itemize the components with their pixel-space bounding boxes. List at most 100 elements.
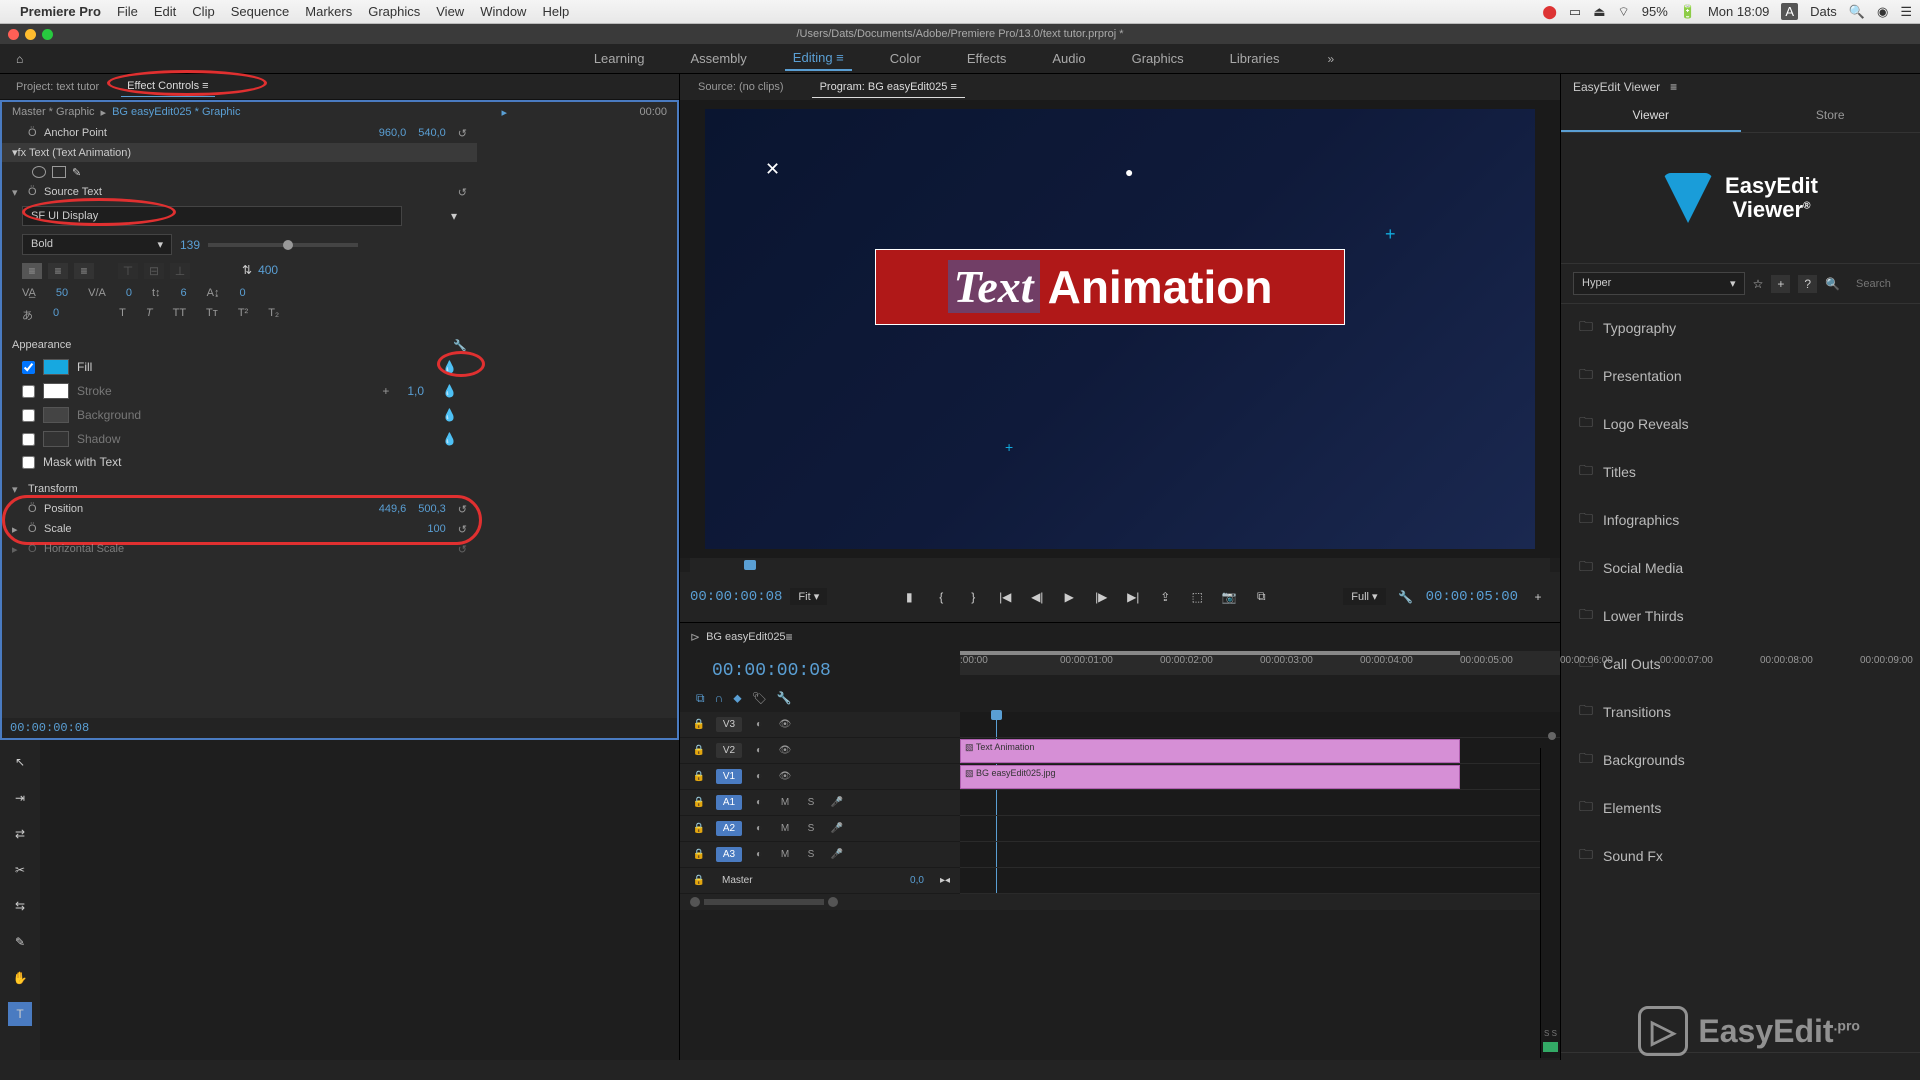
home-icon[interactable]: ⌂ <box>16 52 23 66</box>
type-tool-icon[interactable]: T <box>8 1002 32 1026</box>
menu-window[interactable]: Window <box>480 4 526 19</box>
siri-icon[interactable]: ◉ <box>1877 4 1888 20</box>
program-tab[interactable]: Program: BG easyEdit025 ≡ <box>812 77 965 98</box>
add-stroke-icon[interactable]: + <box>382 384 389 398</box>
menu-clip[interactable]: Clip <box>192 4 214 19</box>
lock-icon[interactable]: 🔒 <box>690 849 708 860</box>
master-label[interactable]: Master <box>722 875 753 886</box>
align-vcenter-icon[interactable]: ⊟ <box>144 263 164 279</box>
tl-settings-icon[interactable]: 🏷 <box>752 691 767 706</box>
baseline-value[interactable]: 0 <box>240 287 246 299</box>
ws-libraries[interactable]: Libraries <box>1222 47 1288 70</box>
ripple-tool-icon[interactable]: ⇄ <box>8 822 32 846</box>
search-input[interactable] <box>1848 274 1908 294</box>
align-top-icon[interactable]: ⊤ <box>118 263 138 279</box>
lock-icon[interactable]: 🔒 <box>690 745 708 756</box>
source-text-reset-icon[interactable]: ↺ <box>458 186 467 199</box>
mark-in2-icon[interactable]: { <box>929 585 953 609</box>
record-icon[interactable]: ⬤ <box>1542 4 1557 20</box>
step-back-icon[interactable]: ◀| <box>1025 585 1049 609</box>
leading-value[interactable]: 400 <box>258 263 278 279</box>
track-v3[interactable]: V3 <box>716 717 742 732</box>
mic-icon[interactable]: 🎤 <box>828 849 846 860</box>
position-y[interactable]: 500,3 <box>418 503 446 515</box>
mic-icon[interactable]: 🎤 <box>828 797 846 808</box>
align-left-icon[interactable]: ≡ <box>22 263 42 279</box>
font-size[interactable]: 139 <box>180 238 200 252</box>
track-a1[interactable]: A1 <box>716 795 742 810</box>
hand-tool-icon[interactable]: ✋ <box>8 966 32 990</box>
menu-view[interactable]: View <box>436 4 464 19</box>
align-bottom-icon[interactable]: ⊥ <box>170 263 190 279</box>
track-a3[interactable]: A3 <box>716 847 742 862</box>
go-out-icon[interactable]: ▶| <box>1121 585 1145 609</box>
scale-reset-icon[interactable]: ↺ <box>458 523 467 536</box>
smallcaps-icon[interactable]: Tᴛ <box>206 307 218 323</box>
anchor-reset-icon[interactable]: ↺ <box>458 127 467 140</box>
background-checkbox[interactable] <box>22 409 35 422</box>
notification-icon[interactable]: ☰ <box>1900 4 1912 20</box>
ws-editing[interactable]: Editing ≡ <box>785 46 852 71</box>
ws-learning[interactable]: Learning <box>586 47 653 70</box>
shadow-color[interactable] <box>43 431 69 447</box>
cat-lower-thirds[interactable]: 🗀Lower Thirds <box>1561 592 1920 640</box>
tl-wrench-icon[interactable]: 🔧 <box>777 691 792 706</box>
scroll-handle[interactable] <box>1548 732 1556 740</box>
fit-dropdown[interactable]: Fit ▾ <box>790 588 827 605</box>
lock-icon[interactable]: 🔒 <box>690 875 708 886</box>
appearance-wrench-icon[interactable]: 🔧 <box>453 339 467 352</box>
battery-icon[interactable]: 🔋 <box>1680 4 1696 20</box>
track-a2[interactable]: A2 <box>716 821 742 836</box>
allcaps-icon[interactable]: TT <box>173 307 186 323</box>
airplay-icon[interactable]: ⏏ <box>1593 4 1605 20</box>
tracking-value[interactable]: 50 <box>56 287 68 299</box>
cat-presentation[interactable]: 🗀Presentation <box>1561 352 1920 400</box>
menu-sequence[interactable]: Sequence <box>231 4 290 19</box>
scale-value[interactable]: 100 <box>427 523 445 535</box>
faux-italic-icon[interactable]: T <box>146 307 153 323</box>
cat-backgrounds[interactable]: 🗀Backgrounds <box>1561 736 1920 784</box>
export-frame-icon[interactable]: 📷 <box>1217 585 1241 609</box>
search-icon[interactable]: 🔍 <box>1825 277 1840 291</box>
program-tc-left[interactable]: 00:00:00:08 <box>690 589 782 605</box>
user-badge[interactable]: A <box>1781 3 1798 20</box>
minimize-window[interactable] <box>25 29 36 40</box>
comparison-icon[interactable]: ⧉ <box>1249 585 1273 609</box>
position-reset-icon[interactable]: ↺ <box>458 503 467 516</box>
spotlight-icon[interactable]: 🔍 <box>1849 4 1865 20</box>
ws-overflow-icon[interactable]: » <box>1327 52 1334 66</box>
fill-eyedropper-icon[interactable]: 💧 <box>442 360 457 374</box>
mark-out-icon[interactable]: } <box>961 585 985 609</box>
master-value[interactable]: 0,0 <box>910 875 924 886</box>
mask-ellipse-icon[interactable] <box>32 166 46 178</box>
play-icon[interactable]: ▶ <box>1057 585 1081 609</box>
lift-icon[interactable]: ⇪ <box>1153 585 1177 609</box>
mask-rect-icon[interactable] <box>52 166 66 178</box>
mark-in-icon[interactable]: ▮ <box>897 585 921 609</box>
size-slider[interactable] <box>283 240 293 250</box>
lock-icon[interactable]: 🔒 <box>690 719 708 730</box>
superscript-icon[interactable]: T² <box>238 307 248 323</box>
ws-assembly[interactable]: Assembly <box>682 47 754 70</box>
maximize-window[interactable] <box>42 29 53 40</box>
shadow-eyedropper-icon[interactable]: 💧 <box>442 432 457 446</box>
source-tab[interactable]: Source: (no clips) <box>690 77 792 97</box>
menu-edit[interactable]: Edit <box>154 4 176 19</box>
viewer-tab[interactable]: Viewer <box>1561 100 1741 132</box>
cat-transitions[interactable]: 🗀Transitions <box>1561 688 1920 736</box>
pen-tool-icon[interactable]: ✎ <box>8 930 32 954</box>
store-tab[interactable]: Store <box>1741 100 1920 132</box>
user-name[interactable]: Dats <box>1810 4 1837 19</box>
cat-sound-fx[interactable]: 🗀Sound Fx <box>1561 832 1920 880</box>
settings-wrench-icon[interactable]: 🔧 <box>1394 585 1418 609</box>
program-playhead[interactable] <box>744 560 756 570</box>
stroke-width[interactable]: 1,0 <box>407 384 424 398</box>
selection-tool-icon[interactable]: ↖ <box>8 750 32 774</box>
program-monitor[interactable]: ✕ ● + + Text Animation <box>680 100 1560 558</box>
app-name[interactable]: Premiere Pro <box>20 4 101 19</box>
eye-icon[interactable]: 👁 <box>776 745 794 756</box>
snap-icon[interactable]: ⧉ <box>696 691 705 706</box>
track-v1[interactable]: V1 <box>716 769 742 784</box>
stroke-checkbox[interactable] <box>22 385 35 398</box>
text-graphic[interactable]: Text Animation <box>875 249 1345 325</box>
